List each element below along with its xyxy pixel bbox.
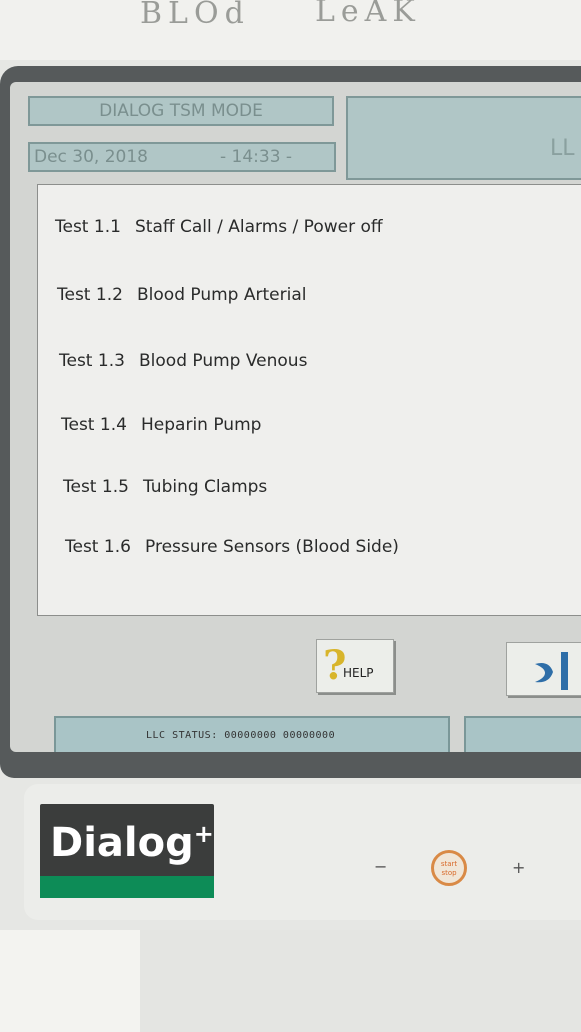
dialog-logo: Dialog+ (40, 804, 214, 898)
device-base (0, 930, 581, 1032)
device-foot (0, 930, 140, 1032)
test-label: Blood Pump Venous (139, 351, 308, 371)
brand-stripe (40, 876, 214, 898)
right-header-label: LL (550, 136, 575, 161)
test-item-1-6[interactable]: Test 1.6 Pressure Sensors (Blood Side) (65, 537, 399, 557)
test-label: Staff Call / Alarms / Power off (135, 217, 383, 237)
test-number: Test 1.4 (61, 415, 127, 435)
stop-label: stop (441, 869, 457, 877)
test-number: Test 1.1 (55, 217, 121, 237)
test-label: Tubing Clamps (143, 477, 268, 497)
date-time-display: Dec 30, 2018 - 14:33 - (28, 142, 336, 172)
help-label: HELP (343, 666, 374, 680)
start-stop-button[interactable]: start stop (431, 850, 467, 886)
time-text: - 14:33 - (220, 147, 293, 167)
test-number: Test 1.3 (59, 351, 125, 371)
llc-status-bar: LLC STATUS: 00000000 00000000 (54, 716, 450, 752)
test-label: Heparin Pump (141, 415, 262, 435)
test-number: Test 1.6 (65, 537, 131, 557)
plus-key[interactable]: + (512, 858, 525, 877)
status-bar-right (464, 716, 581, 752)
next-arrow-icon (535, 652, 568, 690)
test-item-1-2[interactable]: Test 1.2 Blood Pump Arterial (57, 285, 306, 305)
brand-text: Dialog+ (50, 820, 214, 866)
right-header-panel: LL (346, 96, 581, 180)
test-list: Test 1.1 Staff Call / Alarms / Power off … (37, 184, 581, 616)
test-number: Test 1.5 (63, 477, 129, 497)
brand-name: Dialog (50, 820, 194, 866)
next-button[interactable] (506, 642, 581, 696)
start-label: start (440, 860, 458, 868)
minus-key[interactable]: − (374, 857, 387, 876)
brand-suffix: + (193, 820, 214, 848)
help-button[interactable]: ? HELP (316, 639, 394, 693)
handwritten-word-1: BLOd (140, 0, 250, 31)
test-item-1-1[interactable]: Test 1.1 Staff Call / Alarms / Power off (55, 217, 383, 237)
test-item-1-4[interactable]: Test 1.4 Heparin Pump (61, 415, 261, 435)
test-label: Pressure Sensors (Blood Side) (145, 537, 399, 557)
date-text: Dec 30, 2018 (34, 147, 149, 167)
test-item-1-5[interactable]: Test 1.5 Tubing Clamps (63, 477, 267, 497)
screen: DIALOG TSM MODE Dec 30, 2018 - 14:33 - L… (10, 82, 581, 752)
test-label: Blood Pump Arterial (137, 285, 307, 305)
test-item-1-3[interactable]: Test 1.3 Blood Pump Venous (59, 351, 307, 371)
test-number: Test 1.2 (57, 285, 123, 305)
mode-title: DIALOG TSM MODE (28, 96, 334, 126)
llc-status-text: LLC STATUS: 00000000 00000000 (146, 730, 336, 741)
handwritten-note: BLOd LeAK (0, 0, 581, 60)
handwritten-word-2: LeAK (315, 0, 421, 29)
